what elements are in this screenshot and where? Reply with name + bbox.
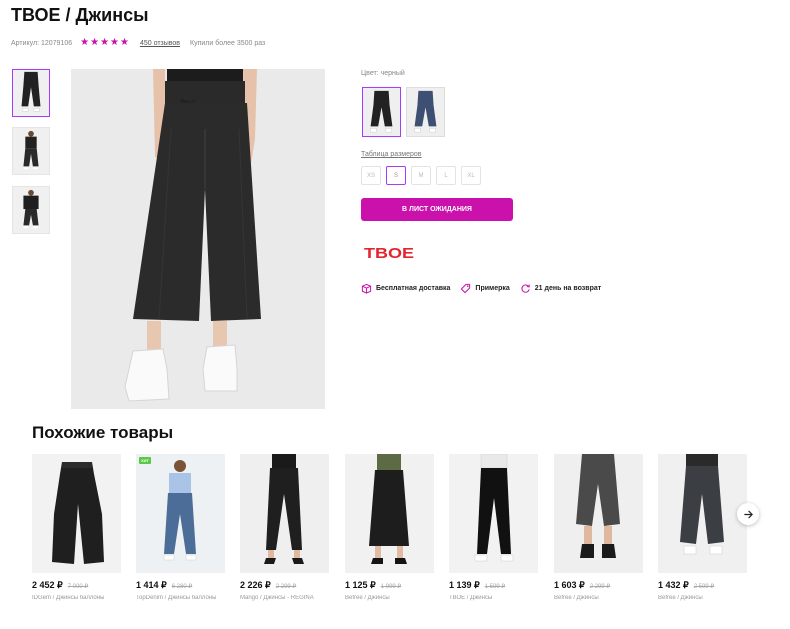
product-card-image[interactable] xyxy=(449,454,538,573)
product-old-price: 1 599 ₽ xyxy=(484,584,506,590)
gallery-thumb-2[interactable] xyxy=(12,127,50,175)
color-label: Цвет: черный xyxy=(361,70,405,77)
product-old-price: 2 599 ₽ xyxy=(693,584,715,590)
similar-section-title: Похожие товары xyxy=(32,423,174,442)
perk-fitting: Примерка xyxy=(460,283,510,294)
product-price: 2 226 ₽ xyxy=(240,580,271,590)
product-old-price: 2 299 ₽ xyxy=(589,584,611,590)
product-card-image[interactable] xyxy=(240,454,329,573)
color-option-black[interactable] xyxy=(362,87,401,137)
product-old-price: 7 000 ₽ xyxy=(67,584,89,590)
product-price: 1 139 ₽ xyxy=(449,580,480,590)
size-selector: XS S M L XL xyxy=(361,166,481,185)
carousel-next-button[interactable] xyxy=(737,503,759,525)
product-title: ТВОЕ / Джинсы xyxy=(11,5,149,25)
product-price: 1 414 ₽ xyxy=(136,580,167,590)
return-icon xyxy=(520,283,531,294)
perks-row: Бесплатная доставка Примерка 21 день на … xyxy=(361,282,611,294)
perk-free-delivery: Бесплатная доставка xyxy=(361,283,450,294)
arrow-right-icon xyxy=(743,510,753,518)
tag-icon xyxy=(460,283,471,294)
product-old-price: 6 280 ₽ xyxy=(171,584,193,590)
product-card-image[interactable] xyxy=(345,454,434,573)
size-option-m[interactable]: M xyxy=(411,166,431,185)
product-card[interactable]: 1 139 ₽ 1 599 ₽ ТВОЕ / Джинсы xyxy=(449,454,538,601)
gallery-thumb-1[interactable] xyxy=(12,69,50,117)
product-name[interactable]: Mango / Джинсы - REGINA xyxy=(240,595,329,601)
product-old-price: 2 299 ₽ xyxy=(275,584,297,590)
rating-stars-icon: ★★★★★ xyxy=(80,37,130,48)
size-option-s[interactable]: S xyxy=(386,166,406,185)
product-price: 1 125 ₽ xyxy=(345,580,376,590)
wait-list-button[interactable]: В ЛИСТ ОЖИДАНИЯ xyxy=(361,198,513,221)
gallery-thumb-3[interactable] xyxy=(12,186,50,234)
product-card-image[interactable] xyxy=(554,454,643,573)
size-option-xl[interactable]: XL xyxy=(461,166,481,185)
product-name[interactable]: IDGem / Джинсы баллоны xyxy=(32,595,121,601)
color-option-blue[interactable] xyxy=(406,87,445,137)
product-price: 2 452 ₽ xyxy=(32,580,63,590)
product-name[interactable]: TopDenim / Джинсы баллоны xyxy=(136,595,225,601)
brand-logo[interactable]: TBOE xyxy=(364,244,416,260)
bought-count: Купили более 3500 раз xyxy=(190,39,266,47)
product-name[interactable]: Befree / Джинсы xyxy=(345,595,434,601)
perk-label: Примерка xyxy=(475,284,510,292)
reviews-link[interactable]: 450 отзывов xyxy=(140,40,180,47)
hit-badge: ХИТ xyxy=(139,457,151,464)
box-icon xyxy=(361,283,372,294)
product-card[interactable]: 1 432 ₽ 2 599 ₽ Befree / Джинсы xyxy=(658,454,747,601)
product-old-price: 1 999 ₽ xyxy=(380,584,402,590)
size-option-l[interactable]: L xyxy=(436,166,456,185)
size-option-xs[interactable]: XS xyxy=(361,166,381,185)
product-card[interactable]: 2 226 ₽ 2 299 ₽ Mango / Джинсы - REGINA xyxy=(240,454,329,601)
product-card[interactable]: 1 603 ₽ 2 299 ₽ Befree / Джинсы xyxy=(554,454,643,601)
size-table-link[interactable]: Таблица размеров xyxy=(361,151,422,158)
product-name[interactable]: Befree / Джинсы xyxy=(658,595,747,601)
product-price: 1 432 ₽ xyxy=(658,580,689,590)
product-name[interactable]: ТВОЕ / Джинсы xyxy=(449,595,538,601)
brand-logo-text: TBOE xyxy=(364,245,414,260)
main-product-photo[interactable] xyxy=(71,69,325,409)
article-number: Артикул: 12079106 xyxy=(11,39,73,47)
product-meta: Артикул: 12079106 ★★★★★ 450 отзывов Купи… xyxy=(11,37,265,49)
perk-return: 21 день на возврат xyxy=(520,283,601,294)
product-price: 1 603 ₽ xyxy=(554,580,585,590)
product-card-image[interactable] xyxy=(32,454,121,573)
perk-label: Бесплатная доставка xyxy=(376,284,451,292)
product-card-image[interactable] xyxy=(658,454,747,573)
product-card-image[interactable]: ХИТ xyxy=(136,454,225,573)
product-card[interactable]: 1 125 ₽ 1 999 ₽ Befree / Джинсы xyxy=(345,454,434,601)
product-name[interactable]: Befree / Джинсы xyxy=(554,595,643,601)
perk-label: 21 день на возврат xyxy=(534,284,602,292)
product-card[interactable]: 2 452 ₽ 7 000 ₽ IDGem / Джинсы баллоны xyxy=(32,454,121,601)
product-card[interactable]: ХИТ 1 414 ₽ 6 280 ₽ TopDenim / Джинсы ба… xyxy=(136,454,225,601)
